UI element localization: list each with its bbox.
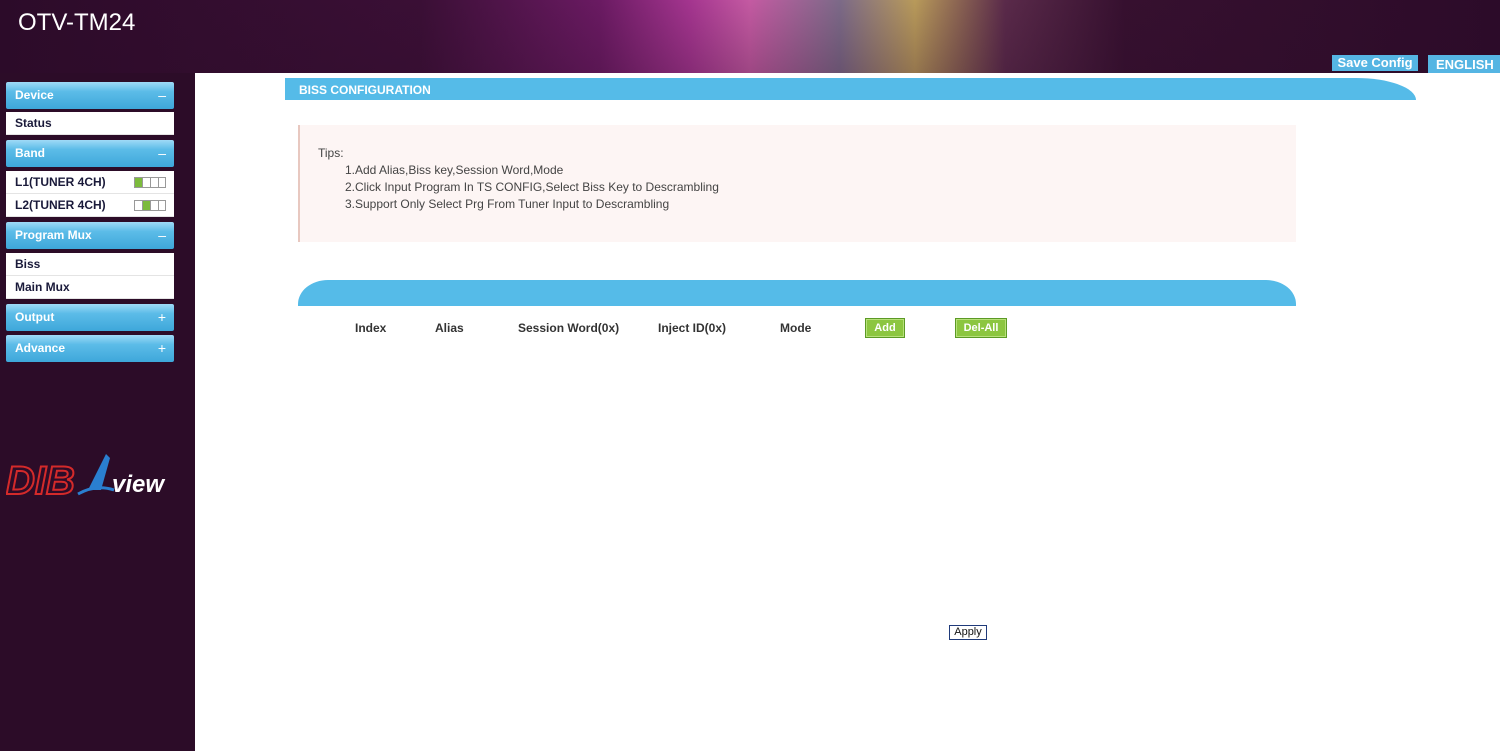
sidebar-item-label: L2(TUNER 4CH) (15, 198, 106, 212)
collapse-icon[interactable]: – (158, 82, 166, 109)
sidebar-item-label: Biss (15, 257, 41, 271)
sidebar-section-label: Output (15, 310, 55, 324)
logo-text-dib: DIB (6, 459, 75, 501)
sidebar: Device – Status Band – L1(TUNER 4CH) L2(… (0, 73, 195, 751)
sidebar-item-biss[interactable]: Biss (6, 253, 174, 276)
tip-line: 2.Click Input Program In TS CONFIG,Selec… (345, 180, 719, 194)
column-header-mode: Mode (780, 321, 812, 335)
sidebar-item-label: Main Mux (15, 280, 70, 294)
sidebar-item-l2-tuner[interactable]: L2(TUNER 4CH) (6, 194, 174, 217)
sidebar-section-advance[interactable]: Advance + (6, 335, 174, 362)
tuner-status-icon (134, 177, 166, 188)
del-all-button[interactable]: Del-All (955, 318, 1007, 338)
tips-heading: Tips: (318, 146, 344, 160)
column-header-alias: Alias (435, 321, 464, 335)
expand-icon[interactable]: + (158, 335, 166, 362)
column-header-inject-id: Inject ID(0x) (658, 321, 727, 335)
sidebar-section-label: Program Mux (15, 228, 92, 242)
sidebar-section-output[interactable]: Output + (6, 304, 174, 331)
collapse-icon[interactable]: – (158, 140, 166, 167)
sidebar-section-label: Advance (15, 341, 66, 355)
sidebar-section-device[interactable]: Device – (6, 82, 174, 109)
sidebar-item-status[interactable]: Status (6, 112, 174, 135)
column-header-index: Index (355, 321, 387, 335)
tip-line: 1.Add Alias,Biss key,Session Word,Mode (345, 163, 564, 177)
collapse-icon[interactable]: – (158, 222, 166, 249)
sidebar-section-label: Device (15, 88, 54, 102)
dibview-logo: DIB view (6, 454, 165, 501)
sail-icon (88, 454, 110, 490)
sidebar-section-program-mux[interactable]: Program Mux – (6, 222, 174, 249)
app-title: OTV-TM24 (18, 9, 136, 36)
sidebar-section-label: Band (15, 146, 45, 160)
table-header-bar (298, 280, 1296, 306)
section-title-bar: BISS CONFIGURATION (285, 78, 1416, 100)
tip-line: 3.Support Only Select Prg From Tuner Inp… (345, 197, 670, 211)
main-content: BISS CONFIGURATION Tips: 1.Add Alias,Bis… (195, 73, 1500, 751)
sidebar-item-main-mux[interactable]: Main Mux (6, 276, 174, 299)
tips-box: Tips: 1.Add Alias,Biss key,Session Word,… (298, 125, 1296, 242)
add-button[interactable]: Add (865, 318, 905, 338)
sidebar-item-label: Status (15, 116, 52, 130)
logo-text-view: view (112, 471, 165, 498)
sidebar-section-band[interactable]: Band – (6, 140, 174, 167)
column-header-session-word: Session Word(0x) (518, 321, 620, 335)
sidebar-item-label: L1(TUNER 4CH) (15, 175, 106, 189)
header-banner: OTV-TM24 Save Config ENGLISH (0, 0, 1500, 73)
language-selector[interactable]: ENGLISH (1428, 55, 1500, 73)
apply-button[interactable]: Apply (949, 625, 987, 640)
save-config-button[interactable]: Save Config (1332, 55, 1418, 71)
sidebar-item-l1-tuner[interactable]: L1(TUNER 4CH) (6, 171, 174, 194)
tuner-status-icon (134, 200, 166, 211)
expand-icon[interactable]: + (158, 304, 166, 331)
